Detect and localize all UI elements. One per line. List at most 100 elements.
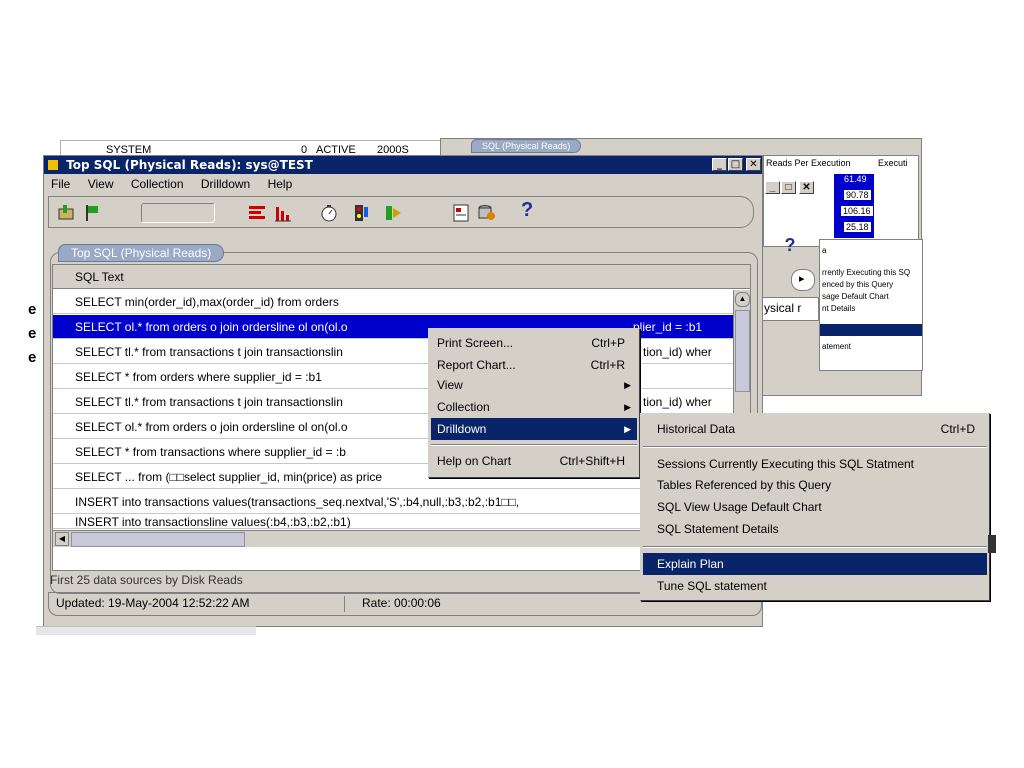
- row-text: INSERT into transactions values(transact…: [75, 495, 520, 509]
- menu-collection[interactable]: Collection: [124, 175, 191, 194]
- bg-minimize-button: _: [765, 181, 780, 194]
- bg-edge-char: e: [28, 301, 37, 318]
- submenu-sql-statement-details[interactable]: SQL Statement Details: [643, 518, 987, 540]
- row-fragment: tion_id) wher: [643, 395, 712, 409]
- bg-arrow-button: ▸: [791, 269, 815, 291]
- row-text: SELECT tl.* from transactions t join tra…: [75, 395, 343, 409]
- menu-bar: File View Collection Drilldown Help: [44, 175, 762, 194]
- bg-value-1: 61.49: [844, 174, 867, 184]
- menu-separator: [643, 546, 987, 548]
- menu-collection-item[interactable]: Collection ▶: [431, 396, 637, 418]
- menu-label: Help on Chart: [437, 454, 512, 468]
- submenu-explain-plan[interactable]: Explain Plan: [643, 553, 987, 575]
- menu-label: SQL View Usage Default Chart: [657, 500, 822, 514]
- row-text: SELECT ... from (□□select supplier_id, m…: [75, 470, 383, 484]
- submenu-sql-view-usage[interactable]: SQL View Usage Default Chart: [643, 496, 987, 518]
- menu-drilldown[interactable]: Drilldown: [194, 175, 257, 194]
- table-row[interactable]: SELECT min(order_id),max(order_id) from …: [53, 290, 750, 314]
- bg-value-2: 90.78: [844, 190, 871, 200]
- row-text: SELECT ol.* from orders o join orderslin…: [75, 420, 348, 434]
- submenu-tune-sql[interactable]: Tune SQL statement: [643, 575, 987, 597]
- table-row[interactable]: SELECT tl.* from transactions t join tra…: [53, 340, 750, 364]
- menu-label: SQL Statement Details: [657, 522, 779, 536]
- menu-view[interactable]: View: [81, 175, 121, 194]
- row-text: SELECT * from transactions where supplie…: [75, 445, 346, 459]
- submenu-tables-referenced[interactable]: Tables Referenced by this Query: [643, 474, 987, 496]
- scroll-thumb[interactable]: [735, 310, 750, 392]
- menu-drilldown-item[interactable]: Drilldown ▶: [431, 418, 637, 440]
- bg-value-3: 106.16: [841, 206, 873, 216]
- status-first-sources: First 25 data sources by Disk Reads: [50, 573, 243, 587]
- toolbar-combo[interactable]: [141, 203, 215, 223]
- open-chart-icon[interactable]: [57, 203, 77, 223]
- bg-list-3: sage Default Chart: [822, 292, 889, 301]
- submenu-arrow-icon: ▶: [624, 402, 631, 412]
- stoplight-icon[interactable]: [351, 203, 371, 223]
- bg-list-selected: [820, 324, 922, 336]
- menu-label: Drilldown: [437, 422, 487, 436]
- help-icon[interactable]: ?: [521, 199, 533, 222]
- menu-label: Report Chart...: [437, 358, 516, 372]
- bg-list-0: a: [822, 246, 827, 255]
- bg-group-label: SQL (Physical Reads): [471, 139, 582, 153]
- hscroll-thumb[interactable]: [71, 532, 245, 547]
- menu-shortcut: Ctrl+D: [940, 422, 975, 436]
- row-fragment: plier_id = :b1: [633, 320, 703, 334]
- bg-list-1: rrently Executing this SQ: [822, 268, 911, 277]
- bg-reads-grid: Reads Per Execution Executi 61.49 90.78 …: [763, 155, 919, 247]
- menu-label: Collection: [437, 400, 490, 414]
- bg-tab-physical: ysical r: [759, 297, 819, 321]
- menu-help-on-chart[interactable]: Help on Chart Ctrl+Shift+H: [431, 450, 637, 472]
- bg-col-reads: Reads Per Execution: [766, 158, 851, 168]
- table-row[interactable]: SELECT * from orders where supplier_id =…: [53, 365, 750, 389]
- window-title-bar[interactable]: Top SQL (Physical Reads): sys@TEST _ □ ✕: [44, 156, 762, 174]
- menu-shortcut: Ctrl+R: [590, 358, 625, 372]
- stopwatch-icon[interactable]: [319, 203, 339, 223]
- row-text: INSERT into transactionsline values(:b4,…: [75, 515, 351, 529]
- row-text: SELECT tl.* from transactions t join tra…: [75, 345, 343, 359]
- bg-col-exec: Executi: [878, 158, 908, 168]
- report-icon[interactable]: [451, 203, 471, 223]
- menu-shortcut: Ctrl+Shift+H: [559, 454, 625, 468]
- submenu-sessions-executing[interactable]: Sessions Currently Executing this SQL St…: [643, 453, 987, 475]
- bg-edge-char: e: [28, 349, 37, 366]
- bg-arrow-icon: ▸: [799, 273, 805, 285]
- maximize-button[interactable]: □: [728, 158, 743, 171]
- scroll-left-button[interactable]: ◀: [55, 532, 69, 546]
- menu-separator: [643, 446, 987, 448]
- row-text: SELECT min(order_id),max(order_id) from …: [75, 295, 339, 309]
- menu-report-chart[interactable]: Report Chart... Ctrl+R: [431, 354, 637, 376]
- minimize-button[interactable]: _: [712, 158, 727, 171]
- run-icon[interactable]: [383, 203, 403, 223]
- database-icon[interactable]: [477, 203, 497, 223]
- menu-help[interactable]: Help: [261, 175, 300, 194]
- flag-icon[interactable]: [83, 203, 103, 223]
- table-row[interactable]: SELECT tl.* from transactions t join tra…: [53, 390, 750, 414]
- bg-minmax-buttons: _ □ ✕: [761, 179, 819, 197]
- updated-label: Updated: 19-May-2004 12:52:22 AM: [56, 596, 250, 610]
- horizontal-bar-chart-icon[interactable]: [247, 203, 267, 223]
- menu-file[interactable]: File: [44, 175, 77, 194]
- table-row-selected[interactable]: SELECT ol.* from orders o join orderslin…: [53, 315, 750, 339]
- menu-view-item[interactable]: View ▶: [431, 374, 637, 396]
- column-header-sql-text[interactable]: SQL Text: [53, 265, 750, 289]
- bg-value-4: 25.18: [844, 222, 871, 232]
- scroll-up-button[interactable]: ▲: [735, 292, 750, 307]
- bg-maximize-button: □: [781, 181, 796, 194]
- menu-label: Tables Referenced by this Query: [657, 478, 832, 492]
- menu-label: View: [437, 378, 463, 392]
- bg-edge-fragment: e e e: [28, 298, 37, 388]
- bg-list-last: atement: [822, 342, 851, 351]
- submenu-historical-data[interactable]: Historical Data Ctrl+D: [643, 418, 987, 440]
- rate-label: Rate: 00:00:06: [362, 596, 441, 610]
- app-icon: [48, 160, 58, 170]
- vertical-bar-chart-icon[interactable]: [273, 203, 293, 223]
- bg-tab-label: ysical r: [764, 301, 802, 315]
- menu-label: Historical Data: [657, 422, 736, 436]
- column-header-label: SQL Text: [75, 270, 124, 284]
- bg-edge-char: e: [28, 325, 37, 342]
- bg-help-icon: ?: [784, 235, 796, 255]
- close-button[interactable]: ✕: [746, 158, 761, 171]
- row-text: SELECT ol.* from orders o join orderslin…: [75, 320, 348, 334]
- menu-print-screen[interactable]: Print Screen... Ctrl+P: [431, 332, 637, 354]
